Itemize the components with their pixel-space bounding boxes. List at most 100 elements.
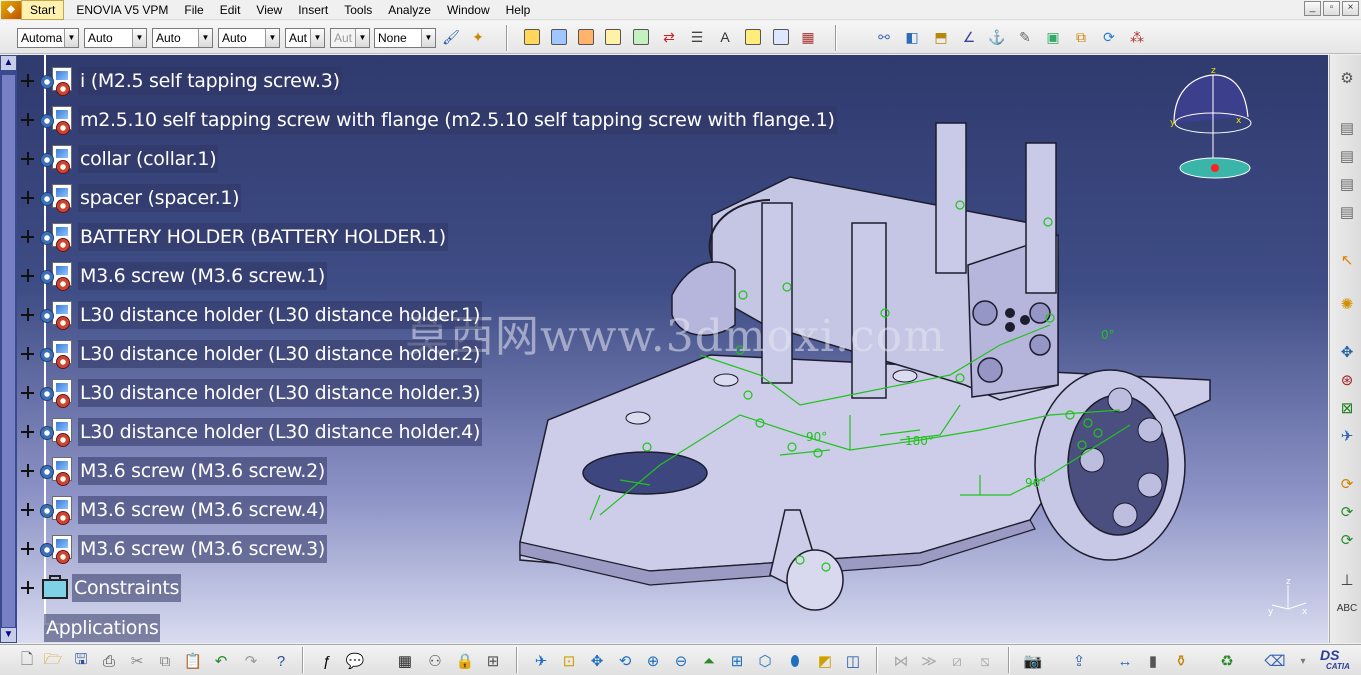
measure-icon[interactable]: ⧅ xyxy=(974,650,996,672)
scroll-up-icon[interactable]: ▲ xyxy=(1,56,16,70)
fit-all-icon[interactable]: ⊡ xyxy=(558,650,580,672)
whats-this-icon[interactable]: ? xyxy=(270,650,292,672)
insert-existing-component-icon[interactable] xyxy=(602,26,624,48)
graphic-properties-icon[interactable]: ✦ xyxy=(467,26,489,48)
expand-icon[interactable] xyxy=(20,385,36,401)
update-green-icon[interactable]: ⟳ xyxy=(1336,501,1358,523)
explode-icon[interactable]: ✺ xyxy=(1336,293,1358,315)
line-thickness-combo[interactable]: Auto ▼ xyxy=(152,28,213,48)
gear-icon[interactable]: ⚙ xyxy=(1336,67,1358,89)
cut-part-icon[interactable]: ⧄ xyxy=(946,650,968,672)
menu-analyze[interactable]: Analyze xyxy=(380,1,439,19)
expand-icon[interactable] xyxy=(20,190,36,206)
scroll-thumb[interactable] xyxy=(2,75,15,627)
minimize-button[interactable]: _ xyxy=(1304,1,1321,16)
tree-node[interactable]: collar (collar.1) xyxy=(18,142,219,176)
tree-node-constraints[interactable]: Constraints xyxy=(18,571,182,605)
color-combo[interactable]: Automa ▼ xyxy=(17,28,79,48)
isometric-view-icon[interactable]: ⬡ xyxy=(754,650,776,672)
paste-icon[interactable]: 📋 xyxy=(182,650,204,672)
tree-node[interactable]: L30 distance holder (L30 distance holder… xyxy=(18,298,483,332)
expand-icon[interactable] xyxy=(20,307,36,323)
abc-text-icon[interactable]: ABC xyxy=(1336,597,1358,619)
insert-new-component-icon[interactable] xyxy=(521,26,543,48)
smart-move-icon[interactable]: ✈ xyxy=(1336,425,1358,447)
tree-node[interactable]: i (M2.5 self tapping screw.3) xyxy=(18,64,342,98)
tree-node[interactable]: L30 distance holder (L30 distance holder… xyxy=(18,337,483,371)
menu-tools[interactable]: Tools xyxy=(336,1,380,19)
expand-icon[interactable] xyxy=(20,229,36,245)
menu-file[interactable]: File xyxy=(176,1,211,19)
sketch-tools-icon[interactable]: ⋈ xyxy=(890,650,912,672)
fix-component-icon[interactable]: ⚓ xyxy=(986,26,1008,48)
tree-node[interactable]: M3.6 screw (M3.6 screw.3) xyxy=(18,532,327,566)
stack-icon[interactable]: ▤ xyxy=(1336,173,1358,195)
camera-icon[interactable]: 📷 xyxy=(1022,650,1044,672)
menu-edit[interactable]: Edit xyxy=(212,1,249,19)
axis-icon[interactable]: ⊥ xyxy=(1336,569,1358,591)
formula-icon[interactable]: ƒ xyxy=(316,650,338,672)
export-icon[interactable]: ⇪ xyxy=(1068,650,1090,672)
flexible-subassembly-icon[interactable]: ⧉ xyxy=(1070,26,1092,48)
fly-mode-icon[interactable]: ✈ xyxy=(530,650,552,672)
close-button[interactable]: × xyxy=(1342,1,1359,16)
tree-node[interactable]: M3.6 screw (M3.6 screw.4) xyxy=(18,493,327,527)
shading-icon[interactable]: ⬮ xyxy=(784,650,806,672)
pan-icon[interactable]: ✥ xyxy=(586,650,608,672)
lock-icon[interactable]: 🔒 xyxy=(454,650,476,672)
measure-inertia-icon[interactable]: ⚱ xyxy=(1170,650,1192,672)
menu-view[interactable]: View xyxy=(248,1,290,19)
redo-icon[interactable]: ↷ xyxy=(240,650,262,672)
catia-app-icon[interactable]: ◆ xyxy=(1,0,21,19)
rotate-icon[interactable]: ⟲ xyxy=(614,650,636,672)
update-all-icon[interactable]: ⟳ xyxy=(1336,529,1358,551)
manipulation-icon[interactable]: ✥ xyxy=(1336,341,1358,363)
new-file-icon[interactable]: 🗋 xyxy=(16,650,38,672)
offset-constraint-icon[interactable]: ⬒ xyxy=(930,26,952,48)
cut-icon[interactable]: ✂ xyxy=(126,650,148,672)
menu-enovia[interactable]: ENOVIA V5 VPM xyxy=(68,1,176,19)
compass-widget[interactable]: z y x xyxy=(1160,65,1270,185)
scroll-down-icon[interactable]: ▼ xyxy=(1,628,16,642)
eraser-icon[interactable]: ⌫ xyxy=(1264,650,1286,672)
normal-view-icon[interactable]: ⏶ xyxy=(698,650,720,672)
tree-node-applications[interactable]: Applications xyxy=(42,611,161,643)
stack-icon[interactable]: ▤ xyxy=(1336,117,1358,139)
copy-icon[interactable]: ⧉ xyxy=(154,650,176,672)
expand-icon[interactable] xyxy=(20,73,36,89)
tree-scrollbar[interactable]: ▲ ▼ xyxy=(0,55,17,643)
insert-new-part-icon[interactable] xyxy=(575,26,597,48)
tree-icon[interactable]: ⚇ xyxy=(424,650,446,672)
swap-visible-space-icon[interactable]: ◫ xyxy=(842,650,864,672)
tree-node[interactable]: M3.6 screw (M3.6 screw.2) xyxy=(18,454,327,488)
menu-insert[interactable]: Insert xyxy=(290,1,336,19)
zoom-in-icon[interactable]: ⊕ xyxy=(642,650,664,672)
restore-button[interactable]: ▫ xyxy=(1323,1,1340,16)
replace-component-icon[interactable]: ⇄ xyxy=(658,26,680,48)
expand-icon[interactable] xyxy=(20,151,36,167)
reuse-pattern-icon[interactable]: ⁂ xyxy=(1126,26,1148,48)
stack-icon[interactable]: ▤ xyxy=(1336,201,1358,223)
recycle-icon[interactable]: ♻ xyxy=(1216,650,1238,672)
clash-icon[interactable]: ⊛ xyxy=(1336,369,1358,391)
expand-icon[interactable] xyxy=(20,112,36,128)
layer-combo[interactable]: None ▼ xyxy=(374,28,436,48)
snap-icon[interactable]: ⊠ xyxy=(1336,397,1358,419)
update-icon[interactable]: ⟳ xyxy=(1336,473,1358,495)
save-icon[interactable]: 🖫 xyxy=(70,650,92,672)
measure-between-icon[interactable]: ↔ xyxy=(1114,650,1136,672)
catalog-icon[interactable]: ⊞ xyxy=(482,650,504,672)
change-constraint-icon[interactable]: ⟳ xyxy=(1098,26,1120,48)
print-icon[interactable]: ⎙ xyxy=(98,650,120,672)
format-painter-icon[interactable]: 🖌 xyxy=(440,26,462,48)
angle-constraint-icon[interactable]: ∠ xyxy=(958,26,980,48)
expand-icon[interactable] xyxy=(20,268,36,284)
multi-instantiation-icon[interactable]: ▦ xyxy=(797,26,819,48)
existing-component-positioning-icon[interactable] xyxy=(630,26,652,48)
menu-help[interactable]: Help xyxy=(498,1,539,19)
fix-together-icon[interactable]: ✎ xyxy=(1014,26,1036,48)
table-icon[interactable]: ▦ xyxy=(394,650,416,672)
coincidence-constraint-icon[interactable]: ⚯ xyxy=(873,26,895,48)
undo-icon[interactable]: ↶ xyxy=(210,650,232,672)
generate-numbering-icon[interactable]: A xyxy=(714,26,736,48)
